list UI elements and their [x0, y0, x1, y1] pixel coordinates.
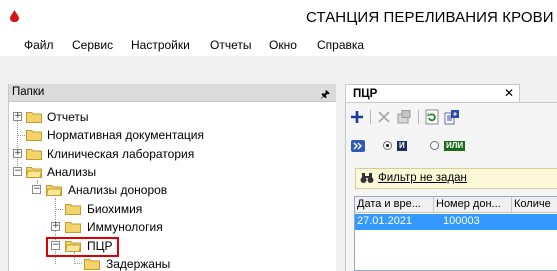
- expand-icon[interactable]: +: [51, 222, 60, 231]
- folder-icon: [26, 149, 42, 160]
- folder-icon: [26, 130, 42, 141]
- folder-open-icon: [26, 167, 42, 178]
- folder-icon: [26, 112, 42, 123]
- window-title: СТАНЦИЯ ПЕРЕЛИВАНИЯ КРОВИ | С: [306, 9, 557, 26]
- tree-item[interactable]: Биохимия: [46, 200, 306, 218]
- table-row-selected[interactable]: 27.01.2021 100003: [355, 214, 557, 230]
- folder-icon: [65, 204, 81, 215]
- refresh-icon[interactable]: [424, 109, 440, 125]
- cell-donor-number: 100003: [443, 215, 480, 227]
- tree-item-label: Нормативная документация: [47, 128, 204, 142]
- toolbar-separator: [370, 110, 371, 124]
- title-bar: СТАНЦИЯ ПЕРЕЛИВАНИЯ КРОВИ | С: [0, 0, 557, 34]
- tab-label: ПЦР: [353, 88, 378, 100]
- menu-file[interactable]: Файл: [24, 38, 54, 52]
- cell-date: 27.01.2021: [357, 215, 413, 227]
- collapse-icon[interactable]: −: [32, 185, 41, 194]
- tree-item-label: Анализы доноров: [68, 183, 168, 197]
- tree-item-label: Отчеты: [47, 110, 89, 124]
- tree-item-label: Иммунология: [87, 220, 163, 234]
- tree-item-label: Анализы: [47, 165, 97, 179]
- folder-icon: [84, 259, 100, 270]
- column-header-donor-number[interactable]: Номер дон...: [434, 197, 512, 213]
- filter-bar[interactable]: Фильтр не задан: [355, 168, 557, 189]
- pin-icon[interactable]: 🖈: [320, 86, 330, 105]
- properties-icon[interactable]: [396, 109, 412, 125]
- close-icon[interactable]: ✕: [504, 86, 514, 100]
- tree-item[interactable]: − Анализы доноров: [27, 181, 307, 199]
- tree-item[interactable]: + Отчеты: [8, 108, 308, 126]
- folder-icon: [65, 222, 81, 233]
- menu-window[interactable]: Окно: [269, 38, 297, 52]
- tree-item-label: Биохимия: [87, 202, 143, 216]
- folders-header: Папки 🖈: [9, 84, 336, 102]
- tree-item[interactable]: Нормативная документация: [8, 126, 308, 144]
- grid-header: Дата и вре... Номер дон... Количе: [355, 197, 557, 213]
- binoculars-icon: [360, 173, 374, 183]
- double-chevron-icon[interactable]: [351, 140, 365, 152]
- menu-service[interactable]: Сервис: [72, 38, 113, 52]
- tree-item[interactable]: − Анализы: [8, 163, 308, 181]
- collapse-icon[interactable]: −: [13, 167, 22, 176]
- tree-item[interactable]: + Клиническая лаборатория: [8, 145, 308, 163]
- tab-pcr[interactable]: ПЦР ✕: [345, 84, 520, 103]
- tree-item-label: Клиническая лаборатория: [47, 147, 195, 161]
- menu-bar: Файл Сервис Настройки Отчеты Окно Справк…: [0, 34, 557, 56]
- folders-title: Папки: [12, 86, 45, 98]
- menu-help[interactable]: Справка: [317, 38, 364, 52]
- tree-item-label: Задержаны: [106, 257, 171, 271]
- and-badge: И: [397, 141, 407, 151]
- filter-link[interactable]: Фильтр не задан: [378, 172, 467, 184]
- expand-icon[interactable]: +: [13, 112, 22, 121]
- menu-settings[interactable]: Настройки: [131, 38, 190, 52]
- column-header-date[interactable]: Дата и вре...: [355, 197, 434, 213]
- blood-drop-icon: [10, 10, 19, 22]
- selection-highlight-box: [46, 237, 119, 257]
- or-badge: ИЛИ: [444, 141, 466, 151]
- tree-item[interactable]: + Иммунология: [46, 218, 306, 236]
- data-grid: Дата и вре... Номер дон... Количе 27.01.…: [354, 196, 557, 271]
- column-header-quantity[interactable]: Количе: [512, 197, 557, 213]
- add-icon[interactable]: [349, 109, 365, 125]
- export-icon[interactable]: [444, 109, 460, 125]
- menu-reports[interactable]: Отчеты: [210, 38, 251, 52]
- delete-icon[interactable]: [376, 109, 392, 125]
- toolbar-separator: [418, 110, 419, 124]
- or-radio[interactable]: [430, 141, 439, 150]
- folder-open-icon: [46, 185, 62, 196]
- expand-icon[interactable]: +: [13, 149, 22, 158]
- tree-item[interactable]: Задержаны: [65, 255, 305, 271]
- and-radio[interactable]: [383, 141, 392, 150]
